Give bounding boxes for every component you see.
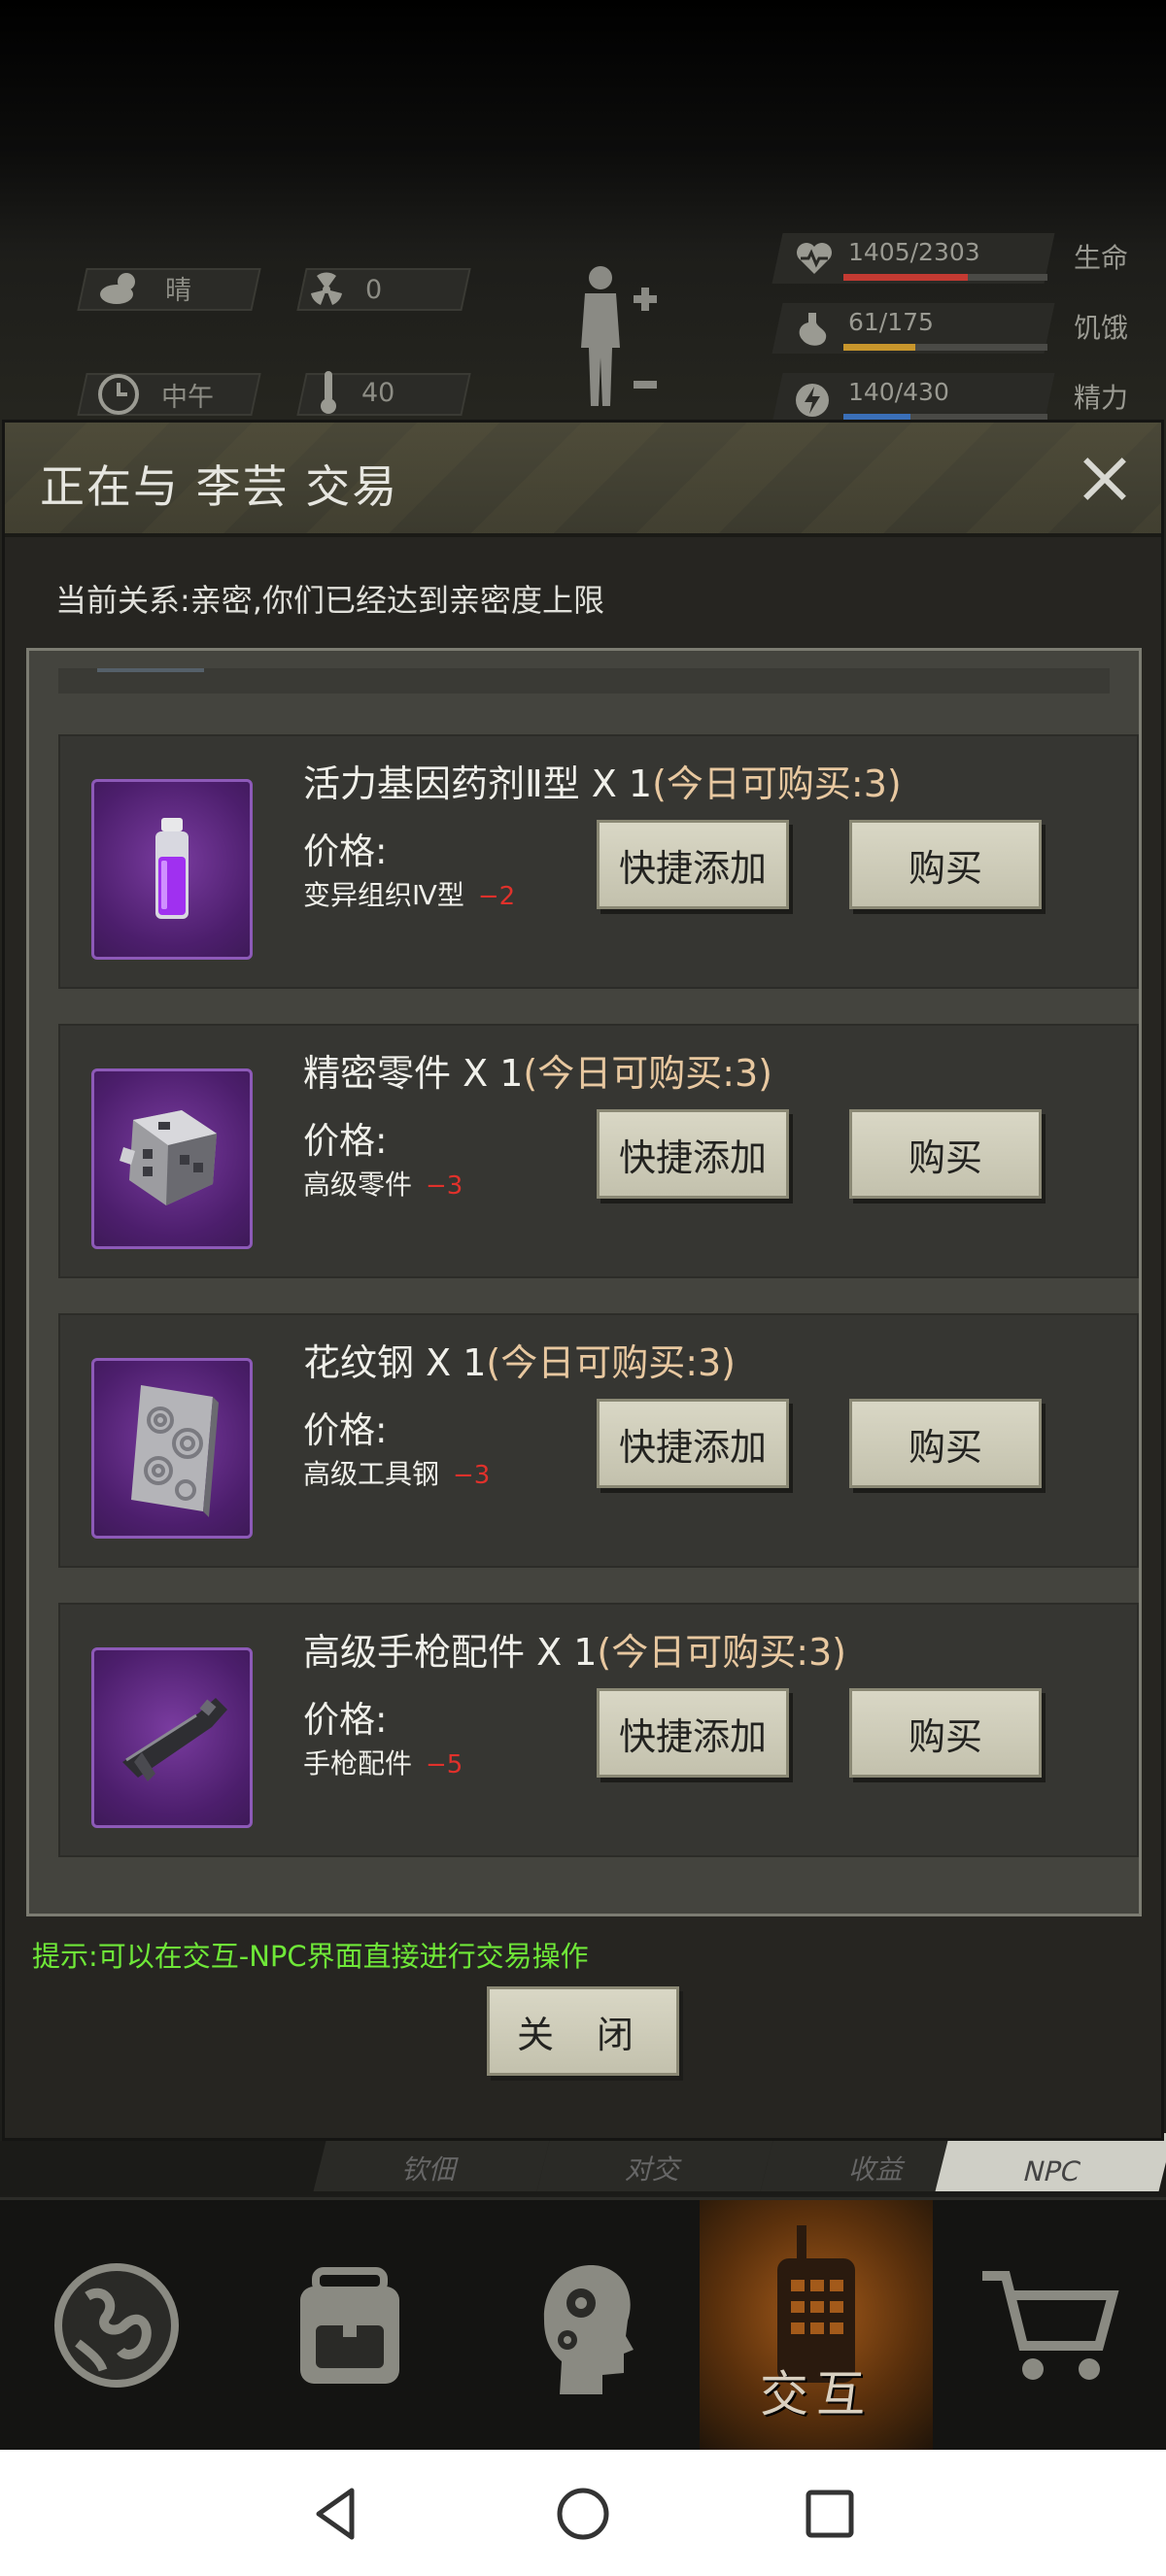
price-cost: −5 [426, 1750, 463, 1779]
health-label: 生命 [1074, 242, 1129, 274]
nav-tab-interact-label: 交互 [760, 2366, 873, 2423]
health-value: 1405/2303 [848, 238, 980, 266]
quick-add-button[interactable]: 快捷添加 [597, 820, 789, 909]
nav-tab-interact[interactable]: 交互 [700, 2200, 933, 2451]
buy-button[interactable]: 购买 [849, 1688, 1042, 1778]
temperature-text: 40 [361, 377, 395, 408]
item-name: 花纹钢 X 1(今日可购买:3) [303, 1341, 737, 1384]
nav-tab-world[interactable] [0, 2200, 233, 2451]
precision-parts-icon [120, 1110, 217, 1205]
list-item: 活力基因药剂Ⅱ型 X 1(今日可购买:3) 价格: 变异组织Ⅳ型 −2 快捷添加 … [58, 734, 1139, 989]
dialog-title: 正在与 李芸 交易 [40, 460, 399, 513]
shopping-cart-icon [982, 2271, 1119, 2380]
system-nav-bar [0, 2450, 1166, 2576]
buy-button[interactable]: 购买 [849, 1399, 1042, 1488]
vital-health: 1405/2303 生命 [772, 229, 1147, 288]
list-top-stub [58, 668, 1110, 694]
price-label: 价格: [303, 1409, 388, 1451]
hunger-label: 饥饿 [1074, 312, 1129, 344]
weather-status: 晴 [97, 268, 191, 307]
dialog-header: 正在与 李芸 交易 [5, 423, 1161, 537]
vial-icon [155, 818, 189, 919]
health-bar-fill [843, 274, 969, 281]
pistol-part-icon [122, 1698, 227, 1781]
energy-label: 精力 [1074, 382, 1129, 414]
cloud-sun-icon [100, 273, 135, 304]
list-item: 花纹钢 X 1(今日可购买:3) 价格: 高级工具钢 −3 快捷添加 购买 [58, 1313, 1139, 1568]
vital-energy: 140/430 精力 [772, 369, 1147, 427]
radiation-text: 0 [365, 274, 383, 305]
item-name: 精密零件 X 1(今日可购买:3) [303, 1052, 773, 1095]
thermometer-icon [321, 371, 336, 414]
item-icon-frame [91, 1358, 253, 1539]
time-text: 中午 [161, 382, 214, 413]
nav-tab-shop[interactable] [933, 2200, 1166, 2451]
quick-add-button[interactable]: 快捷添加 [597, 1399, 789, 1488]
globe-icon [54, 2263, 179, 2388]
list-item: 高级手枪配件 X 1(今日可购买:3) 价格: 手枪配件 −5 快捷添加 购买 [58, 1603, 1139, 1857]
energy-value: 140/430 [848, 378, 949, 406]
radiation-icon [311, 272, 342, 305]
quick-add-button[interactable]: 快捷添加 [597, 1109, 789, 1199]
home-icon[interactable] [552, 2483, 614, 2545]
item-icon-frame [91, 1068, 253, 1249]
vital-hunger: 61/175 饥饿 [772, 299, 1147, 357]
subtab-2[interactable]: 对交 [536, 2133, 775, 2191]
nav-tab-backpack[interactable] [233, 2200, 466, 2451]
head-gears-icon [543, 2265, 634, 2394]
stomach-icon [799, 313, 827, 346]
bottom-nav: 交互 [0, 2197, 1166, 2451]
item-icon-frame [91, 1647, 253, 1828]
temperature-status: 40 [317, 369, 394, 416]
price-cost: −2 [477, 882, 516, 911]
backpack-icon [300, 2267, 399, 2384]
relation-status: 当前关系:亲密,你们已经达到亲密度上限 [55, 582, 604, 619]
back-icon[interactable] [305, 2483, 367, 2545]
buy-button[interactable]: 购买 [849, 1109, 1042, 1199]
item-icon-frame [91, 779, 253, 960]
energy-icon [796, 384, 829, 417]
close-icon[interactable] [1076, 450, 1134, 508]
list-item: 精密零件 X 1(今日可购买:3) 价格: 高级零件 −3 快捷添加 购买 [58, 1024, 1139, 1278]
nav-tab-skills[interactable] [466, 2200, 700, 2451]
price-material: 高级零件 −3 [303, 1169, 463, 1201]
item-name: 高级手枪配件 X 1(今日可购买:3) [303, 1631, 847, 1674]
price-cost: −3 [426, 1171, 463, 1201]
damascus-steel-icon [131, 1385, 219, 1517]
recents-icon[interactable] [799, 2483, 861, 2545]
price-label: 价格: [303, 1120, 388, 1162]
price-label: 价格: [303, 830, 388, 872]
weather-text: 晴 [165, 275, 191, 306]
item-name: 活力基因药剂Ⅱ型 X 1(今日可购买:3) [303, 763, 902, 805]
price-label: 价格: [303, 1699, 388, 1741]
hint-text: 提示:可以在交互-NPC界面直接进行交易操作 [32, 1940, 589, 1973]
trade-dialog: 正在与 李芸 交易 当前关系:亲密,你们已经达到亲密度上限 活力基因药剂Ⅱ型 X… [2, 420, 1164, 2141]
price-cost: −3 [453, 1461, 491, 1490]
time-status: 中午 [97, 373, 214, 416]
price-material: 高级工具钢 −3 [303, 1458, 491, 1490]
heart-pulse-icon [797, 243, 832, 274]
scroll-indicator [97, 668, 204, 672]
radiation-status: 0 [309, 272, 382, 307]
subtab-npc[interactable]: NPC [935, 2133, 1166, 2191]
price-material: 变异组织Ⅳ型 −2 [303, 879, 516, 911]
quick-add-button[interactable]: 快捷添加 [597, 1688, 789, 1778]
trade-item-list[interactable]: 活力基因药剂Ⅱ型 X 1(今日可购买:3) 价格: 变异组织Ⅳ型 −2 快捷添加 … [26, 648, 1142, 1916]
buy-button[interactable]: 购买 [849, 820, 1042, 909]
price-material: 手枪配件 −5 [303, 1747, 463, 1779]
hunger-value: 61/175 [848, 308, 934, 336]
subtab-1[interactable]: 钦佃 [313, 2133, 552, 2191]
hunger-bar-fill [843, 344, 915, 351]
body-status-icon[interactable] [564, 260, 670, 416]
clock-icon [98, 374, 139, 415]
close-button[interactable]: 关 闭 [487, 1986, 679, 2076]
